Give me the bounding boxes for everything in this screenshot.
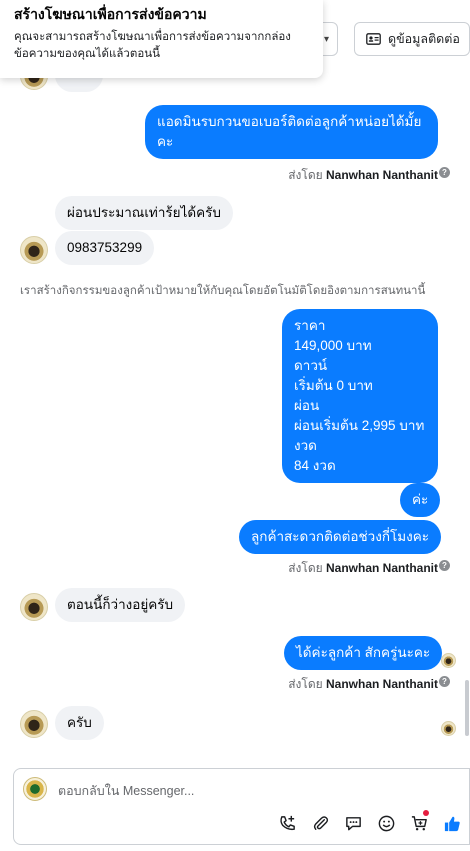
message-thread[interactable]: แอดมินรบกวนขอเบอร์ติดต่อลูกค้าหน่อยได้มั…	[0, 78, 470, 768]
phone-plus-icon[interactable]	[277, 812, 297, 834]
sent-by-prefix: ส่งโดย	[288, 168, 323, 182]
help-icon[interactable]: ?	[439, 676, 450, 687]
cart-plus-icon[interactable]	[409, 810, 429, 834]
message-bubble-out[interactable]: แอดมินรบกวนขอเบอร์ติดต่อลูกค้าหน่อยได้มั…	[145, 105, 438, 159]
tooltip-body-line-2: ข้อความของคุณได้แล้วตอนนี้	[14, 48, 160, 60]
message-bubble-out[interactable]: ลูกค้าสะดวกติดต่อช่วงกี่โมงคะ	[239, 520, 442, 554]
price-line: 84 งวด	[294, 458, 336, 473]
sent-by-name: Nanwhan Nanthanit	[325, 677, 438, 691]
price-line: ดาวน์	[294, 358, 328, 373]
paperclip-icon[interactable]	[310, 812, 330, 834]
customer-avatar[interactable]	[20, 710, 48, 738]
price-line: ผ่อนเริ่มต้น 2,995 บาท	[294, 418, 425, 433]
price-line: ราคา	[294, 318, 326, 333]
reply-composer	[13, 768, 470, 845]
customer-avatar[interactable]	[20, 593, 48, 621]
tooltip-body-line-1: คุณจะสามารถสร้างโฆษณาเพื่อการส่งข้อความจ…	[14, 31, 291, 43]
tooltip-title: สร้างโฆษณาเพื่อการส่งข้อความ	[14, 6, 207, 22]
messaging-ads-tooltip[interactable]: สร้างโฆษณาเพื่อการส่งข้อความ คุณจะสามารถ…	[0, 0, 323, 78]
message-bubble-in[interactable]: ครับ	[55, 706, 104, 740]
help-icon[interactable]: ?	[439, 167, 450, 178]
notification-dot	[423, 810, 429, 816]
system-note: เราสร้างกิจกรรมของลูกค้าเป้าหมายให้กับคุ…	[20, 285, 426, 297]
reply-input[interactable]	[58, 781, 458, 801]
customer-avatar[interactable]	[20, 236, 48, 264]
message-bubble-out-price[interactable]: ราคา 149,000 บาท ดาวน์ เริ่มต้น 0 บาท ผ่…	[282, 309, 438, 483]
contact-card-icon	[366, 33, 381, 45]
sent-by-prefix: ส่งโดย	[288, 561, 323, 575]
sent-by-name: Nanwhan Nanthanit	[325, 168, 438, 182]
thumbs-up-icon[interactable]	[442, 812, 462, 834]
tooltip-body: คุณจะสามารถสร้างโฆษณาเพื่อการส่งข้อความจ…	[14, 29, 309, 63]
seen-avatar	[441, 653, 456, 668]
seen-avatar	[441, 721, 456, 736]
message-bubble-in-partial	[55, 78, 103, 92]
chevron-down-icon: ▾	[323, 33, 329, 45]
sent-by-name: Nanwhan Nanthanit	[325, 561, 438, 575]
view-contact-label: ดูข้อมูลติดต่อ	[388, 32, 460, 46]
page-avatar[interactable]	[23, 777, 47, 801]
message-bubble-in[interactable]: 0983753299	[55, 231, 155, 265]
message-bubble-out[interactable]: ค่ะ	[400, 483, 441, 517]
price-line: งวด	[294, 438, 317, 453]
sent-by-label: ส่งโดย Nanwhan Nanthanit	[288, 559, 438, 578]
message-text-line: คะ	[157, 134, 174, 149]
message-text-line: แอดมินรบกวนขอเบอร์ติดต่อลูกค้าหน่อยได้มั…	[157, 114, 422, 129]
message-bubble-in[interactable]: ผ่อนประมาณเท่าร้ยได้ครับ	[55, 196, 233, 230]
scrollbar[interactable]	[465, 680, 469, 736]
smiley-icon[interactable]	[376, 812, 396, 834]
message-bubble-out[interactable]: ได้ค่ะลูกค้า สักครู่นะคะ	[284, 636, 443, 670]
sent-by-prefix: ส่งโดย	[288, 677, 323, 691]
sent-by-label: ส่งโดย Nanwhan Nanthanit	[288, 166, 438, 185]
sent-by-label: ส่งโดย Nanwhan Nanthanit	[288, 675, 438, 694]
view-contact-button[interactable]: ดูข้อมูลติดต่อ	[354, 22, 470, 56]
chat-bubble-icon[interactable]	[343, 812, 363, 834]
conversation-header: ▾ ดูข้อมูลติดต่อ สร้างโฆษณาเพื่อการส่งข้…	[0, 0, 470, 78]
price-line: เริ่มต้น 0 บาท	[294, 378, 373, 393]
composer-toolbar	[277, 810, 462, 834]
price-line: ผ่อน	[294, 398, 320, 413]
price-line: 149,000 บาท	[294, 338, 372, 353]
help-icon[interactable]: ?	[439, 560, 450, 571]
customer-avatar[interactable]	[20, 78, 48, 90]
message-bubble-in[interactable]: ตอนนี้ก็ว่างอยู่ครับ	[55, 588, 186, 622]
